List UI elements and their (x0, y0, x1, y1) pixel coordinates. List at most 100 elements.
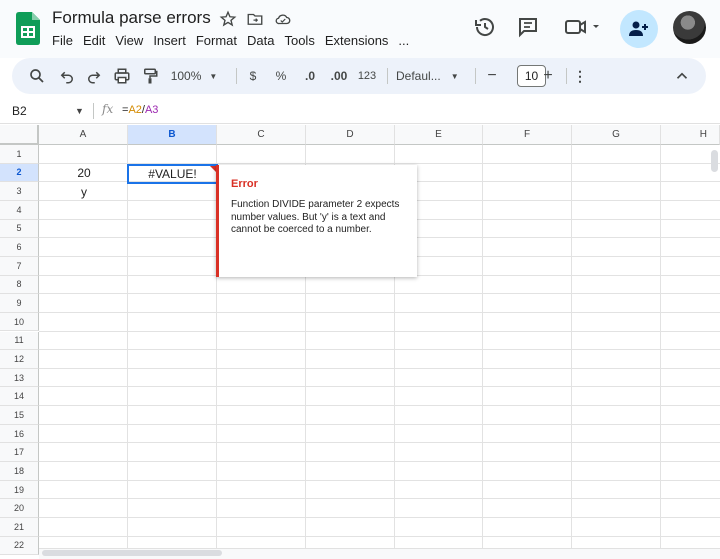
number-format-button[interactable]: 123 (356, 66, 378, 86)
add-person-icon (629, 21, 648, 36)
cloud-status-icon[interactable] (274, 10, 292, 28)
toolbar-divider (475, 68, 476, 84)
toolbar-divider (387, 68, 388, 84)
row-header-8[interactable]: 8 (0, 275, 39, 295)
currency-format-button[interactable]: $ (246, 66, 260, 86)
menu-format[interactable]: Format (196, 33, 237, 48)
version-history-icon[interactable] (473, 15, 497, 39)
row-header-1[interactable]: 1 (0, 145, 39, 164)
sheets-logo-icon[interactable] (16, 12, 40, 45)
document-title[interactable]: Formula parse errors (52, 8, 211, 28)
row-header-5[interactable]: 5 (0, 219, 39, 239)
column-header-f[interactable]: F (483, 125, 572, 145)
search-icon (30, 69, 44, 83)
row-header-15[interactable]: 15 (0, 406, 39, 425)
horizontal-scrollbar-thumb[interactable] (42, 550, 222, 556)
error-tooltip: Error Function DIVIDE parameter 2 expect… (216, 165, 417, 277)
row-header-4[interactable]: 4 (0, 200, 39, 220)
increase-font-size-button[interactable]: + (540, 66, 556, 86)
chevron-up-icon (676, 72, 688, 79)
title-bar: Formula parse errors File Edit View Inse… (0, 0, 720, 58)
paint-format-button[interactable] (139, 66, 161, 86)
row-header-20[interactable]: 20 (0, 499, 39, 518)
toolbar-divider (566, 68, 567, 84)
column-header-b[interactable]: B (128, 125, 217, 145)
menu-tools[interactable]: Tools (284, 33, 314, 48)
column-header-a[interactable]: A (39, 125, 128, 145)
row-header-2[interactable]: 2 (0, 163, 39, 183)
error-message: Function DIVIDE parameter 2 expects numb… (231, 199, 400, 235)
column-header-h[interactable]: H (661, 125, 720, 145)
grid-row-line (39, 479, 720, 481)
comments-icon[interactable] (516, 15, 540, 39)
grid-row-line (39, 293, 720, 295)
formula-bar: B2 ▼ fx =A2/A3 (0, 98, 720, 124)
font-family-select[interactable]: Defaul... ▼ (396, 66, 468, 86)
column-header-g[interactable]: G (572, 125, 661, 145)
menu-view[interactable]: View (115, 33, 143, 48)
print-icon (114, 68, 130, 84)
zoom-value: 100% (170, 69, 202, 83)
chevron-down-icon[interactable]: ▼ (75, 106, 84, 116)
redo-button[interactable] (83, 66, 105, 86)
grid-row-line (39, 498, 720, 500)
row-header-18[interactable]: 18 (0, 462, 39, 481)
cell-a2[interactable]: 20 (40, 164, 128, 182)
menu-more[interactable]: ... (398, 33, 409, 48)
selected-cell-b2[interactable]: #VALUE! (127, 164, 218, 184)
row-header-7[interactable]: 7 (0, 256, 39, 276)
paint-format-icon (144, 68, 158, 84)
row-header-10[interactable]: 10 (0, 312, 39, 332)
row-header-17[interactable]: 17 (0, 443, 39, 463)
vertical-scrollbar-thumb[interactable] (711, 150, 718, 172)
grid-row-line (39, 311, 720, 313)
grid-row-line (39, 367, 720, 369)
avatar[interactable] (673, 11, 706, 44)
row-header-13[interactable]: 13 (0, 368, 39, 388)
search-menus-button[interactable] (26, 66, 48, 86)
undo-button[interactable] (56, 66, 78, 86)
collapse-menu-button[interactable] (672, 66, 692, 86)
move-folder-icon[interactable] (246, 10, 264, 28)
percent-format-button[interactable]: % (273, 66, 289, 86)
column-header-d[interactable]: D (306, 125, 395, 145)
column-header-e[interactable]: E (395, 125, 483, 145)
grid-row-line (39, 442, 720, 444)
menu-file[interactable]: File (52, 33, 73, 48)
row-header-9[interactable]: 9 (0, 294, 39, 313)
grid-row-line (39, 349, 720, 351)
formula-input[interactable]: =A2/A3 (122, 104, 158, 116)
increase-decimal-button[interactable]: .00 (327, 66, 351, 86)
decrease-font-size-button[interactable]: − (484, 66, 500, 86)
share-button[interactable] (620, 10, 658, 48)
more-options-button[interactable]: ⋮ (573, 66, 587, 86)
row-header-6[interactable]: 6 (0, 238, 39, 257)
menu-edit[interactable]: Edit (83, 33, 105, 48)
menu-extensions[interactable]: Extensions (325, 33, 389, 48)
meet-icon[interactable] (562, 15, 602, 39)
row-header-19[interactable]: 19 (0, 480, 39, 500)
row-header-12[interactable]: 12 (0, 350, 39, 369)
menu-data[interactable]: Data (247, 33, 274, 48)
zoom-select[interactable]: 100% ▼ (170, 66, 218, 86)
row-header-21[interactable]: 21 (0, 518, 39, 537)
name-box[interactable]: B2 (12, 104, 27, 118)
grid-row-line (39, 330, 720, 332)
formula-bar-divider (93, 103, 94, 119)
row-header-3[interactable]: 3 (0, 182, 39, 201)
select-all-corner[interactable] (0, 125, 39, 145)
cell-a3[interactable]: y (40, 183, 128, 201)
error-title: Error (231, 178, 258, 190)
print-button[interactable] (111, 66, 133, 86)
row-header-11[interactable]: 11 (0, 331, 39, 351)
row-header-16[interactable]: 16 (0, 424, 39, 444)
menu-insert[interactable]: Insert (153, 33, 186, 48)
row-header-22[interactable]: 22 (0, 536, 39, 556)
row-header-14[interactable]: 14 (0, 387, 39, 407)
decrease-decimal-button[interactable]: .0 (299, 66, 321, 86)
grid-column-line (660, 145, 661, 559)
grid-column-line (482, 145, 483, 559)
star-icon[interactable] (219, 10, 237, 28)
grid-row-line (39, 386, 720, 388)
column-header-c[interactable]: C (217, 125, 306, 145)
